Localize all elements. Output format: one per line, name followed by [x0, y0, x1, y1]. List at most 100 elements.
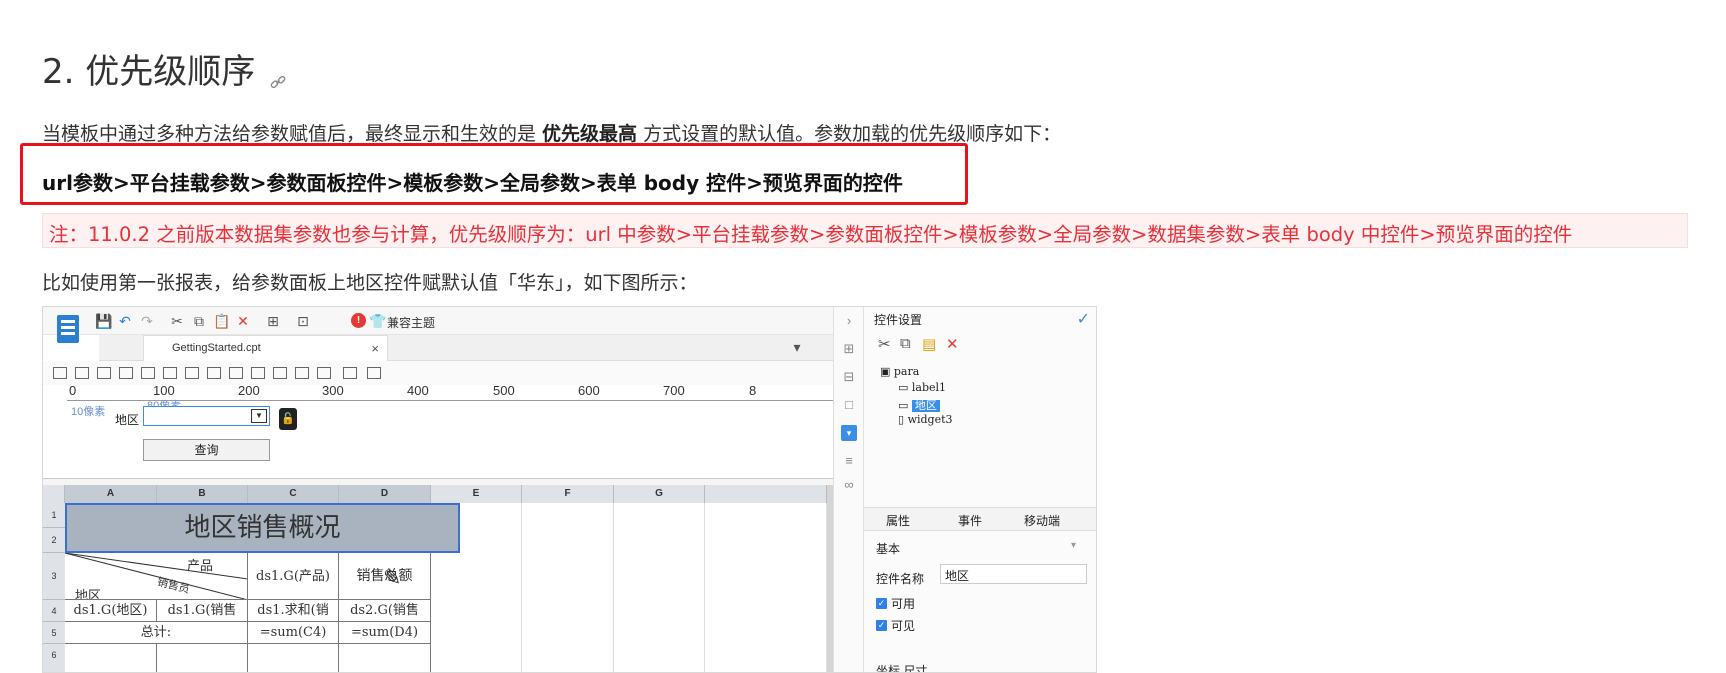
- style-icon[interactable]: ⊟: [841, 369, 857, 385]
- intro-text-2: 方式设置的默认值。参数加载的优先级顺序如下：: [637, 123, 1062, 145]
- cell-b6[interactable]: [157, 644, 248, 672]
- empty-cells[interactable]: [522, 503, 614, 672]
- col-header[interactable]: C: [248, 485, 339, 503]
- widget-button-icon[interactable]: [97, 367, 111, 379]
- dropdown-icon[interactable]: ▾: [789, 339, 805, 355]
- save-icon[interactable]: 💾: [95, 313, 112, 329]
- delete-icon[interactable]: ✕: [235, 313, 251, 329]
- panel-cut-icon[interactable]: ✂: [878, 335, 891, 353]
- tree-node-para[interactable]: ▣ para: [880, 365, 953, 381]
- combo-dropdown-icon[interactable]: ▼: [251, 409, 267, 423]
- element-icon[interactable]: □: [841, 397, 857, 413]
- close-icon[interactable]: ×: [371, 341, 379, 356]
- corner-cell[interactable]: [43, 485, 65, 503]
- lock-icon[interactable]: 🔓: [279, 408, 297, 430]
- cell-b4[interactable]: ds1.G(销售: [157, 600, 248, 622]
- ruler-label: 300: [322, 383, 344, 398]
- condition-icon[interactable]: ≡: [841, 453, 857, 469]
- link-icon[interactable]: [269, 60, 287, 88]
- panel-delete-icon[interactable]: ✕: [946, 335, 959, 353]
- widget-tree-icon[interactable]: [317, 367, 331, 379]
- visible-checkbox[interactable]: ✓ 可见: [876, 617, 915, 634]
- tab-events[interactable]: 事件: [958, 512, 982, 529]
- col-header[interactable]: E: [431, 485, 522, 503]
- widget-calendar-icon[interactable]: [163, 367, 177, 379]
- checkbox-icon[interactable]: ✓: [876, 598, 887, 609]
- row-header[interactable]: 4: [43, 600, 65, 622]
- cell-attr-icon[interactable]: ⊞: [841, 341, 857, 357]
- col-header[interactable]: G: [614, 485, 705, 503]
- theme-label[interactable]: 兼容主题: [387, 314, 435, 331]
- hyperlink-icon[interactable]: ∞: [841, 477, 857, 493]
- file-tab[interactable]: GettingStarted.cpt ×: [143, 335, 388, 361]
- enabled-checkbox[interactable]: ✓ 可用: [876, 595, 915, 612]
- expand-icon[interactable]: ›: [841, 313, 857, 329]
- row-header[interactable]: 5: [43, 622, 65, 644]
- cell-ab5[interactable]: 总计:: [65, 622, 248, 644]
- region-label[interactable]: 地区: [115, 411, 139, 428]
- cell-c3[interactable]: ds1.G(产品): [248, 553, 339, 600]
- panel-paste-icon[interactable]: ▤: [922, 335, 936, 353]
- redo-icon[interactable]: ↷: [139, 313, 155, 329]
- col-header[interactable]: [705, 485, 827, 503]
- cell-d5[interactable]: =sum(D4): [339, 622, 431, 644]
- row-header[interactable]: 3: [43, 553, 65, 600]
- col-header[interactable]: B: [157, 485, 248, 503]
- checkbox-icon[interactable]: ✓: [876, 620, 887, 631]
- cell-c6[interactable]: [248, 644, 339, 672]
- chevron-down-icon[interactable]: ▾: [1071, 540, 1076, 551]
- cell-c4[interactable]: ds1.求和(销: [248, 600, 339, 622]
- copy-icon[interactable]: ⧉: [191, 313, 207, 329]
- diagonal-header-cell[interactable]: 产品 销售员 地区: [65, 553, 248, 600]
- query-button[interactable]: 查询: [143, 439, 270, 461]
- col-header[interactable]: F: [522, 485, 614, 503]
- widget-number-icon[interactable]: [185, 367, 199, 379]
- empty-cells[interactable]: [705, 503, 827, 672]
- empty-cells[interactable]: [614, 503, 705, 672]
- tree-node-region[interactable]: ▭ 地区: [880, 397, 953, 413]
- widget-label-icon[interactable]: [53, 367, 67, 379]
- col-header[interactable]: A: [65, 485, 157, 503]
- region-combo[interactable]: ▼: [143, 406, 270, 426]
- alert-badge[interactable]: !: [351, 313, 366, 328]
- shirt-icon[interactable]: 👕: [369, 313, 386, 329]
- cell-d4[interactable]: ds2.G(销售: [339, 600, 431, 622]
- app-menu-icon[interactable]: [57, 315, 79, 343]
- widget-radio-icon[interactable]: [229, 367, 243, 379]
- widget-text-icon[interactable]: [75, 367, 89, 379]
- widget-more-icon[interactable]: [367, 367, 381, 379]
- check-icon[interactable]: ✓: [1077, 309, 1090, 329]
- widget-check-icon[interactable]: [251, 367, 265, 379]
- cell-d3[interactable]: 销售总额 ✎: [339, 553, 431, 600]
- row-header[interactable]: 6: [43, 644, 65, 672]
- position-size-section[interactable]: 坐标 尺寸: [876, 662, 927, 672]
- tree-node-widget3[interactable]: ▯ widget3: [880, 413, 953, 429]
- widget-textarea-icon[interactable]: [273, 367, 287, 379]
- undo-icon[interactable]: ↶: [117, 313, 133, 329]
- widget-toolbar: [43, 361, 833, 385]
- row-header[interactable]: 1: [43, 503, 65, 528]
- tab-mobile[interactable]: 移动端: [1024, 512, 1060, 529]
- widget-settings-icon[interactable]: ▾: [841, 425, 857, 441]
- widget-combo-icon[interactable]: [119, 367, 133, 379]
- title-cell[interactable]: 地区销售概况: [65, 503, 460, 553]
- cell-c5[interactable]: =sum(C4): [248, 622, 339, 644]
- widget-name-input[interactable]: 地区: [940, 564, 1087, 584]
- panel-copy-icon[interactable]: ⧉: [900, 335, 911, 352]
- widget-list-icon[interactable]: [207, 367, 221, 379]
- tab-properties[interactable]: 属性: [886, 512, 910, 529]
- row-header[interactable]: 2: [43, 528, 65, 553]
- cell-a4[interactable]: ds1.G(地区): [65, 600, 157, 622]
- cut-icon[interactable]: ✂: [169, 313, 185, 329]
- widget-password-icon[interactable]: [295, 367, 309, 379]
- cell-a6[interactable]: [65, 644, 157, 672]
- preview-icon[interactable]: ⊡: [295, 313, 311, 329]
- paste-icon[interactable]: 📋: [213, 313, 230, 329]
- tree-node-label1[interactable]: ▭ label1: [880, 381, 953, 397]
- widget-table-icon[interactable]: [343, 367, 357, 379]
- widget-date-icon[interactable]: [141, 367, 155, 379]
- col-header[interactable]: D: [339, 485, 431, 503]
- template-icon[interactable]: ⊞: [265, 313, 281, 329]
- cell-d6[interactable]: [339, 644, 431, 672]
- section-basic[interactable]: 基本: [876, 540, 900, 557]
